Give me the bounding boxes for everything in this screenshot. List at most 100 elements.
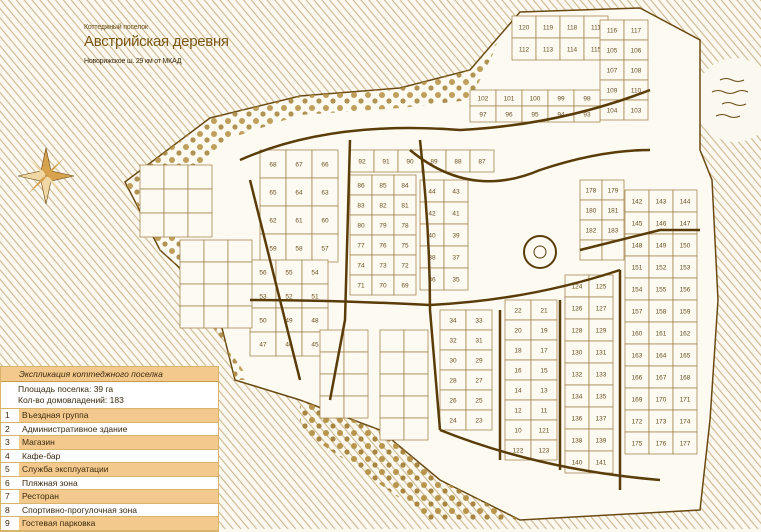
plot-number: 27 — [475, 378, 483, 385]
plot-number: 58 — [295, 246, 303, 253]
plot-number: 61 — [295, 218, 303, 225]
legend-stats: Площадь поселка: 39 га Кол-во домовладен… — [1, 382, 218, 409]
plot-number: 162 — [680, 331, 691, 338]
plot-number: 64 — [295, 190, 303, 197]
plot-number: 159 — [680, 309, 691, 316]
plot-number: 78 — [401, 223, 409, 230]
plot-number: 156 — [680, 287, 691, 294]
plot-outline — [163, 188, 189, 214]
plot-outline — [179, 261, 205, 285]
legend-item: 6 Пляжная зона — [1, 476, 218, 490]
legend-item-number: 2 — [1, 422, 19, 435]
plot-number: 117 — [631, 28, 642, 35]
plot-number: 56 — [259, 270, 267, 277]
plot-number: 60 — [321, 218, 329, 225]
plot-number: 170 — [656, 397, 667, 404]
plot-outline — [403, 329, 429, 353]
plot-number: 128 — [572, 328, 583, 335]
plot-number: 113 — [543, 47, 554, 54]
plot-outline — [319, 351, 345, 375]
plot-number: 147 — [680, 221, 691, 228]
legend-area: Площадь поселка: 39 га — [18, 384, 114, 394]
plot-number: 177 — [680, 441, 691, 448]
plot-number: 114 — [567, 47, 578, 54]
plot-number: 37 — [452, 255, 460, 262]
plot-number: 116 — [607, 28, 618, 35]
plot-number: 160 — [632, 331, 643, 338]
plot-number: 173 — [656, 419, 667, 426]
legend-item-number: 1 — [1, 409, 19, 422]
plot-number: 43 — [452, 189, 460, 196]
plot-outline — [187, 212, 213, 238]
legend-item-label: Магазин — [19, 436, 218, 449]
plot-number: 33 — [475, 318, 483, 325]
legend-item-number: 4 — [1, 449, 19, 462]
plot-number: 25 — [475, 398, 483, 405]
plot-outline — [379, 351, 405, 375]
plot-number: 137 — [596, 416, 607, 423]
plot-number: 118 — [567, 25, 578, 32]
plot-number: 85 — [379, 183, 387, 190]
plot-number: 55 — [285, 270, 293, 277]
plot-number: 150 — [680, 243, 691, 250]
plot-outline — [227, 305, 253, 329]
plot-number: 103 — [631, 108, 642, 115]
plot-number: 105 — [607, 48, 618, 55]
plot-number: 178 — [586, 188, 597, 195]
legend-item-number: 9 — [1, 517, 19, 530]
plot-number: 166 — [632, 375, 643, 382]
plot-number: 104 — [607, 108, 618, 115]
plot-number: 34 — [449, 318, 457, 325]
plot-number: 13 — [540, 388, 548, 395]
plot-number: 183 — [608, 228, 619, 235]
plot-number: 77 — [357, 243, 365, 250]
plot-number: 45 — [311, 342, 319, 349]
legend-item-label: Кафе-бар — [19, 449, 218, 462]
plot-number: 73 — [379, 263, 387, 270]
plot-number: 63 — [321, 190, 329, 197]
plot-number: 155 — [656, 287, 667, 294]
plot-number: 102 — [478, 96, 489, 103]
plot-outline — [227, 239, 253, 263]
plot-number: 108 — [631, 68, 642, 75]
plot-number: 19 — [540, 328, 548, 335]
legend-item: 4 Кафе-бар — [1, 449, 218, 463]
plot-outline — [403, 417, 429, 441]
legend-item: 8 Спортивно-прогулочная зона — [1, 503, 218, 517]
legend-item: 9 Гостевая парковка — [1, 517, 218, 531]
plot-number: 181 — [608, 208, 619, 215]
legend-item-label: Административное здание — [19, 422, 218, 435]
plot-number: 163 — [632, 353, 643, 360]
plot-number: 168 — [680, 375, 691, 382]
plot-number: 16 — [514, 368, 522, 375]
plot-number: 71 — [357, 283, 365, 290]
plot-number: 83 — [357, 203, 365, 210]
plot-number: 42 — [428, 211, 436, 218]
plot-number: 87 — [478, 159, 486, 166]
plot-number: 15 — [540, 368, 548, 375]
plot-outline — [403, 395, 429, 419]
legend-panel: Экспликация коттеджного поселка Площадь … — [0, 366, 219, 532]
plot-number: 88 — [454, 159, 462, 166]
plot-number: 158 — [656, 309, 667, 316]
legend-item-number: 7 — [1, 490, 19, 503]
plot-number: 109 — [607, 88, 618, 95]
plot-number: 96 — [505, 112, 513, 119]
map-location-note: Новорижское ш. 29 км от МКАД — [84, 58, 182, 65]
plot-number: 86 — [357, 183, 365, 190]
plot-number: 21 — [540, 308, 548, 315]
plot-outline — [379, 373, 405, 397]
plot-number: 136 — [572, 416, 583, 423]
plot-number: 131 — [596, 350, 607, 357]
plot-number: 107 — [607, 68, 618, 75]
plot-number: 126 — [572, 306, 583, 313]
plot-number: 129 — [596, 328, 607, 335]
map-subtitle: Коттеджный поселок — [84, 24, 148, 31]
legend-item-label: Служба эксплуатации — [19, 463, 218, 476]
plot-number: 180 — [586, 208, 597, 215]
plot-number: 75 — [401, 243, 409, 250]
plot-number: 132 — [572, 372, 583, 379]
plot-number: 121 — [539, 428, 550, 435]
plot-number: 18 — [514, 348, 522, 355]
plot-outline — [403, 351, 429, 375]
